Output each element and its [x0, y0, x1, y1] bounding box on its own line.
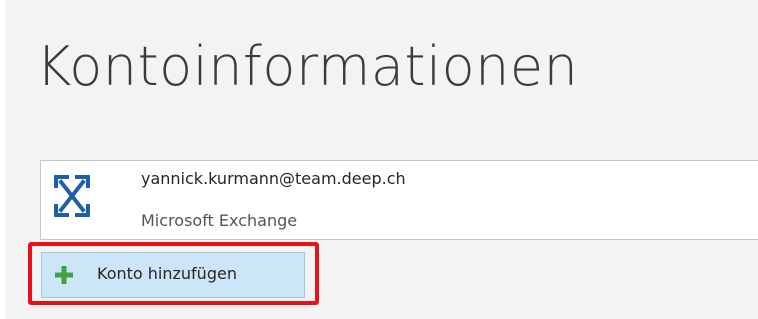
- account-email: yannick.kurmann@team.deep.ch: [141, 169, 406, 188]
- account-type: Microsoft Exchange: [141, 211, 298, 230]
- page-title: Kontoinformationen: [36, 35, 579, 98]
- plus-icon: [55, 266, 73, 284]
- add-account-label: Konto hinzufügen: [97, 264, 237, 283]
- exchange-icon: [54, 175, 90, 217]
- account-selector[interactable]: yannick.kurmann@team.deep.ch Microsoft E…: [40, 160, 758, 240]
- pane-edge: [0, 0, 5, 319]
- add-account-button[interactable]: Konto hinzufügen: [41, 252, 305, 298]
- account-info-pane: Kontoinformationen yannick.kurmann@team.…: [0, 0, 758, 319]
